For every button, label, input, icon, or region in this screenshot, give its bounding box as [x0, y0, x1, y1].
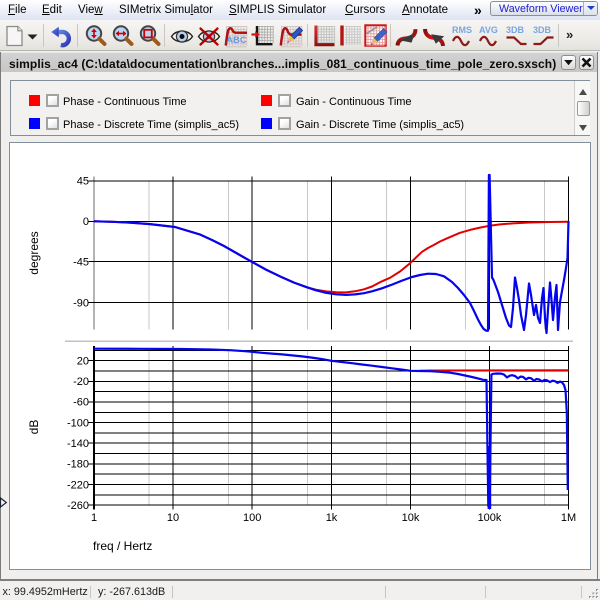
svg-text:1: 1 — [91, 512, 97, 524]
svg-text:-100: -100 — [67, 417, 89, 429]
svg-text:freq / Hertz: freq / Hertz — [93, 539, 152, 553]
svg-text:-45: -45 — [73, 257, 89, 269]
svg-text:-260: -260 — [67, 500, 89, 512]
svg-text:-20: -20 — [73, 376, 89, 388]
svg-text:RMS: RMS — [452, 25, 472, 35]
svg-text:dB: dB — [27, 420, 41, 435]
svg-text:-220: -220 — [67, 479, 89, 491]
svg-text:AVG: AVG — [479, 25, 498, 35]
svg-text:45: 45 — [77, 176, 89, 188]
svg-text:20: 20 — [77, 355, 89, 367]
svg-text:3DB: 3DB — [533, 25, 552, 35]
svg-text:0: 0 — [83, 216, 89, 228]
svg-text:-90: -90 — [73, 297, 89, 309]
svg-text:100k: 100k — [478, 512, 502, 524]
svg-text:-60: -60 — [73, 397, 89, 409]
svg-text:degrees: degrees — [27, 231, 41, 274]
svg-text:10: 10 — [167, 512, 179, 524]
svg-text:10k: 10k — [402, 512, 420, 524]
svg-text:-140: -140 — [67, 438, 89, 450]
svg-text:ABC: ABC — [226, 35, 247, 46]
svg-text:1M: 1M — [561, 512, 576, 524]
svg-text:3DB: 3DB — [506, 25, 525, 35]
svg-text:1k: 1k — [326, 512, 338, 524]
svg-text:100: 100 — [243, 512, 261, 524]
svg-text:-180: -180 — [67, 459, 89, 471]
